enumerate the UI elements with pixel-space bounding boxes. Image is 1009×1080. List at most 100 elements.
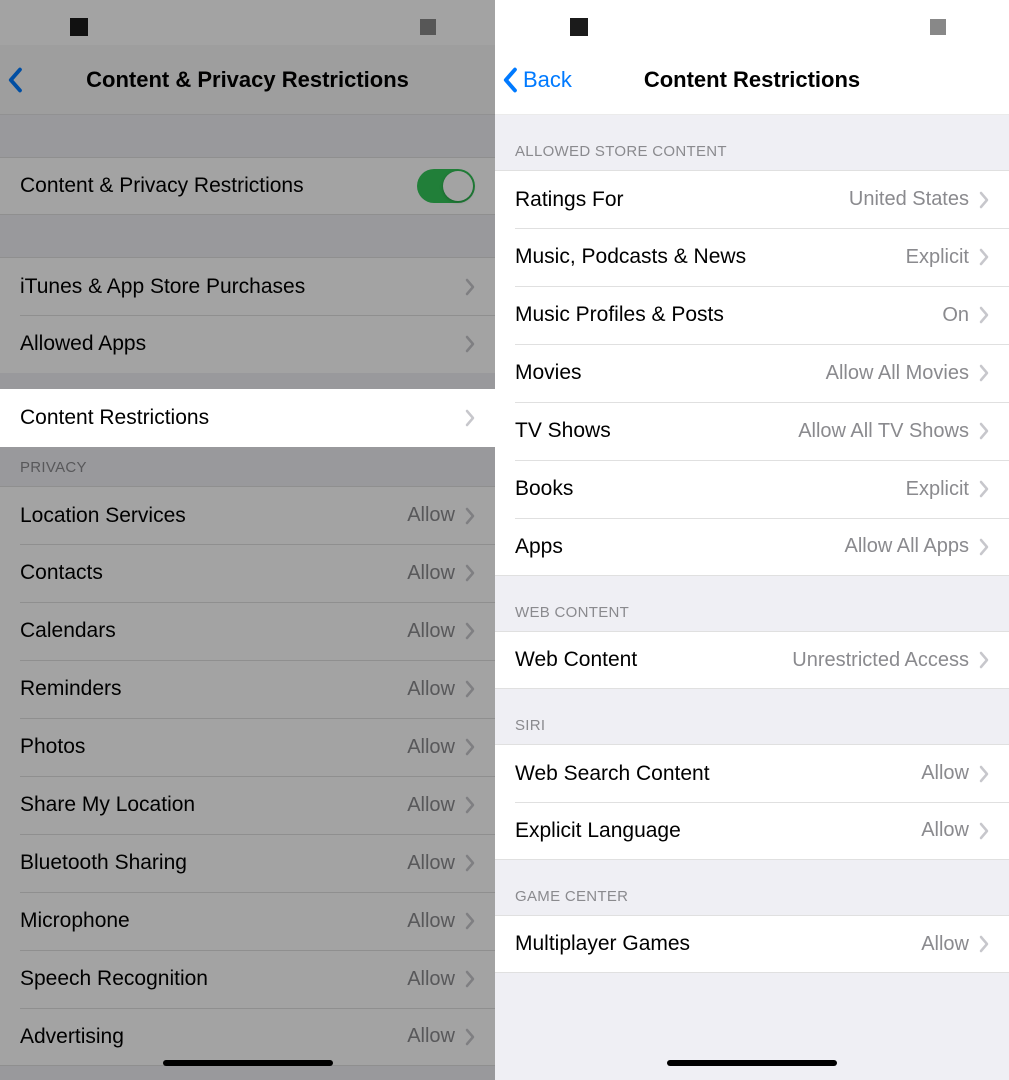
row-label: TV Shows: [515, 419, 798, 443]
allowed-store-header: ALLOWED STORE CONTENT: [495, 115, 1009, 170]
chevron-right-icon: [979, 248, 989, 266]
chevron-right-icon: [979, 480, 989, 498]
chevron-left-icon: [503, 67, 519, 93]
row-label: iTunes & App Store Purchases: [20, 275, 465, 299]
privacy-item-row[interactable]: PhotosAllow: [0, 718, 495, 776]
row-value: On: [942, 304, 969, 327]
allowed-store-item-row[interactable]: Music Profiles & PostsOn: [495, 286, 1009, 344]
chevron-right-icon: [465, 680, 475, 698]
privacy-item-row[interactable]: ContactsAllow: [0, 544, 495, 602]
toggle-switch[interactable]: [417, 169, 475, 203]
row-value: Allow: [407, 910, 455, 933]
row-value: Allow: [921, 819, 969, 842]
home-indicator: [163, 1060, 333, 1066]
content-privacy-toggle-row[interactable]: Content & Privacy Restrictions: [0, 157, 495, 215]
chevron-right-icon: [465, 409, 475, 427]
home-indicator: [667, 1060, 837, 1066]
chevron-right-icon: [465, 622, 475, 640]
privacy-item-row[interactable]: MicrophoneAllow: [0, 892, 495, 950]
privacy-item-row[interactable]: CalendarsAllow: [0, 602, 495, 660]
chevron-right-icon: [465, 1028, 475, 1046]
chevron-right-icon: [465, 507, 475, 525]
siri-item-row[interactable]: Explicit LanguageAllow: [495, 802, 1009, 860]
left-phone: Content & Privacy Restrictions Content &…: [0, 0, 495, 1080]
row-label: Reminders: [20, 677, 407, 701]
siri-item-row[interactable]: Web Search ContentAllow: [495, 744, 1009, 802]
row-value: Explicit: [906, 478, 969, 501]
allowed-store-item-row[interactable]: Music, Podcasts & NewsExplicit: [495, 228, 1009, 286]
row-value: Explicit: [906, 246, 969, 269]
allowed-store-item-row[interactable]: MoviesAllow All Movies: [495, 344, 1009, 402]
row-label: Content & Privacy Restrictions: [20, 174, 417, 198]
allowed-store-list: Ratings ForUnited StatesMusic, Podcasts …: [495, 170, 1009, 576]
page-title: Content Restrictions: [495, 67, 1009, 93]
row-value: Allow: [407, 852, 455, 875]
status-indicator-icon: [70, 18, 88, 36]
chevron-right-icon: [465, 796, 475, 814]
allowed-store-item-row[interactable]: BooksExplicit: [495, 460, 1009, 518]
row-label: Books: [515, 477, 906, 501]
chevron-right-icon: [465, 738, 475, 756]
chevron-right-icon: [979, 765, 989, 783]
back-button[interactable]: [8, 67, 28, 93]
chevron-right-icon: [979, 538, 989, 556]
chevron-right-icon: [979, 935, 989, 953]
privacy-item-row[interactable]: AdvertisingAllow: [0, 1008, 495, 1066]
web-content-row[interactable]: Web Content Unrestricted Access: [495, 631, 1009, 689]
allowed-store-item-row[interactable]: TV ShowsAllow All TV Shows: [495, 402, 1009, 460]
row-label: Location Services: [20, 504, 407, 528]
status-bar: [495, 0, 1009, 45]
row-label: Music Profiles & Posts: [515, 303, 942, 327]
privacy-item-row[interactable]: RemindersAllow: [0, 660, 495, 718]
itunes-purchases-row[interactable]: iTunes & App Store Purchases: [0, 257, 495, 315]
row-label: Web Search Content: [515, 762, 921, 786]
row-label: Share My Location: [20, 793, 407, 817]
chevron-right-icon: [979, 364, 989, 382]
row-label: Allowed Apps: [20, 332, 465, 356]
game-center-item-row[interactable]: Multiplayer GamesAllow: [495, 915, 1009, 973]
row-label: Ratings For: [515, 188, 849, 212]
privacy-item-row[interactable]: Share My LocationAllow: [0, 776, 495, 834]
privacy-item-row[interactable]: Bluetooth SharingAllow: [0, 834, 495, 892]
chevron-right-icon: [979, 191, 989, 209]
status-indicator-icon: [420, 19, 436, 35]
privacy-item-row[interactable]: Speech RecognitionAllow: [0, 950, 495, 1008]
chevron-left-icon: [8, 67, 24, 93]
row-value: Allow: [407, 620, 455, 643]
row-value: Allow: [407, 562, 455, 585]
privacy-list: Location ServicesAllowContactsAllowCalen…: [0, 486, 495, 1066]
row-label: Apps: [515, 535, 844, 559]
row-value: Allow: [407, 968, 455, 991]
row-value: Allow: [921, 933, 969, 956]
row-label: Music, Podcasts & News: [515, 245, 906, 269]
row-value: Allow: [407, 504, 455, 527]
chevron-right-icon: [979, 651, 989, 669]
row-value: Allow All Movies: [826, 362, 969, 385]
row-label: Multiplayer Games: [515, 932, 921, 956]
right-phone: Back Content Restrictions ALLOWED STORE …: [495, 0, 1009, 1080]
allowed-apps-row[interactable]: Allowed Apps: [0, 315, 495, 373]
status-bar: [0, 0, 495, 45]
row-label: Photos: [20, 735, 407, 759]
allowed-store-item-row[interactable]: Ratings ForUnited States: [495, 170, 1009, 228]
status-indicator-icon: [570, 18, 588, 36]
chevron-right-icon: [465, 278, 475, 296]
content-restrictions-row[interactable]: Content Restrictions: [0, 389, 495, 447]
row-label: Calendars: [20, 619, 407, 643]
row-label: Speech Recognition: [20, 967, 407, 991]
row-label: Bluetooth Sharing: [20, 851, 407, 875]
row-value: Allow: [407, 736, 455, 759]
row-value: Unrestricted Access: [792, 649, 969, 672]
row-label: Movies: [515, 361, 826, 385]
game-center-header: GAME CENTER: [495, 860, 1009, 915]
siri-list: Web Search ContentAllowExplicit Language…: [495, 744, 1009, 860]
row-label: Advertising: [20, 1025, 407, 1049]
allowed-store-item-row[interactable]: AppsAllow All Apps: [495, 518, 1009, 576]
web-content-header: WEB CONTENT: [495, 576, 1009, 631]
row-value: Allow: [921, 762, 969, 785]
chevron-right-icon: [465, 564, 475, 582]
back-button[interactable]: Back: [503, 67, 572, 93]
privacy-item-row[interactable]: Location ServicesAllow: [0, 486, 495, 544]
row-value: United States: [849, 188, 969, 211]
siri-header: SIRI: [495, 689, 1009, 744]
